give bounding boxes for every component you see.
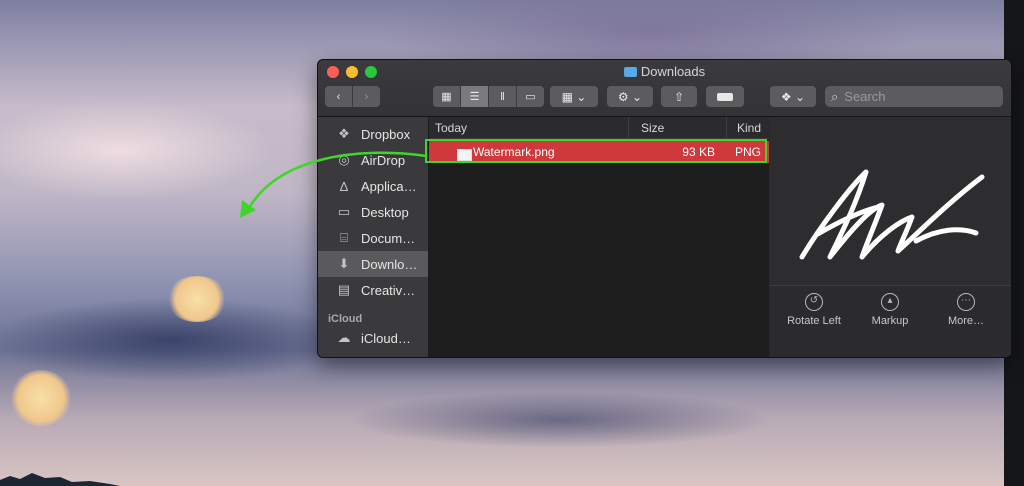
title-bar: Downloads ‹ › ▦ ☰ ‖ ▭ ▦ ⌄ ⚙ ⌄ ⇧ ❖ ⌄ ⌕ Se… — [318, 60, 1011, 117]
sidebar-item-creative[interactable]: ▤ Creativ… — [318, 277, 428, 303]
sidebar-item-dropbox[interactable]: ❖ Dropbox — [318, 121, 428, 147]
sidebar-item-label: Creativ… — [361, 282, 416, 298]
column-header-kind[interactable]: Kind — [727, 117, 769, 139]
action-label: More… — [947, 315, 985, 327]
sidebar-item-label: iCloud… — [361, 330, 411, 346]
tag-icon — [717, 92, 733, 101]
more-icon: ⋯ — [957, 293, 975, 311]
table-row[interactable]: Watermark.png 93 KB PNG — [429, 141, 769, 163]
more-button[interactable]: ⋯ More… — [926, 293, 1006, 327]
action-label: Markup — [871, 315, 909, 327]
sidebar-item-label: Downlo… — [361, 256, 418, 272]
file-name-cell: Watermark.png — [429, 145, 629, 161]
file-list: Today Size Kind Watermark.png 93 KB PNG — [429, 116, 769, 357]
chevron-left-icon[interactable]: ‹ — [325, 86, 353, 107]
share-button[interactable]: ⇧ — [661, 86, 697, 107]
dropbox-button[interactable]: ❖ ⌄ — [770, 86, 816, 107]
tag-button[interactable] — [706, 86, 744, 107]
desktop-sun — [10, 370, 72, 426]
chevron-right-icon[interactable]: › — [353, 86, 380, 107]
action-button[interactable]: ⚙ ⌄ — [607, 86, 653, 107]
window-title: Downloads — [640, 64, 706, 79]
markup-icon: ▴ — [881, 293, 899, 311]
sidebar-item-label: Dropbox — [361, 126, 411, 142]
sidebar-item-downloads[interactable]: ⬇ Downlo… — [318, 251, 428, 277]
column-header-size[interactable]: Size — [629, 116, 727, 139]
group-by-icon: ▦ ⌄ — [561, 89, 587, 104]
desktop-sun — [166, 276, 228, 322]
sidebar-item-icloud-drive[interactable]: ☁ iCloud… — [318, 325, 428, 351]
file-name: Watermark.png — [473, 145, 555, 159]
search-icon: ⌕ — [831, 88, 839, 104]
preview-pane: ↺ Rotate Left ▴ Markup ⋯ More… — [770, 117, 1011, 357]
icon-view-icon[interactable]: ▦ — [433, 86, 461, 107]
nav-buttons: ‹ › — [325, 86, 380, 107]
file-kind: PNG — [735, 145, 762, 159]
annotation-arrow — [240, 151, 427, 218]
documents-icon: ⌸ — [340, 230, 348, 245]
folder-icon: ▤ — [337, 282, 351, 297]
desktop-mountains — [0, 473, 120, 486]
search-input[interactable]: Search — [844, 89, 885, 104]
sidebar-section-header: iCloud — [328, 313, 363, 325]
file-size: 93 KB — [682, 145, 715, 159]
share-icon: ⇧ — [673, 89, 685, 104]
rotate-left-icon: ↺ — [805, 293, 823, 311]
gallery-view-icon[interactable]: ▭ — [517, 86, 544, 107]
list-view-icon[interactable]: ☰ — [461, 86, 489, 107]
group-by-button[interactable]: ▦ ⌄ — [550, 86, 598, 107]
signature-drawing — [799, 169, 985, 260]
action-label: Rotate Left — [787, 315, 841, 327]
folder-icon — [623, 67, 637, 77]
sidebar-item-documents[interactable]: ⌸ Docum… — [318, 225, 428, 251]
window-title-area: Downloads — [318, 64, 1011, 79]
dropbox-icon: ❖ — [338, 126, 350, 141]
rotate-left-button[interactable]: ↺ Rotate Left — [774, 293, 854, 327]
signature-preview-image — [770, 117, 1011, 286]
list-header: Today Size Kind — [429, 116, 769, 139]
downloads-icon: ⬇ — [338, 256, 350, 271]
dropbox-icon: ❖ ⌄ — [780, 89, 806, 104]
search-field[interactable]: ⌕ Search — [825, 86, 1003, 107]
png-file-icon — [457, 149, 472, 161]
sidebar-item-label: Docum… — [361, 230, 416, 246]
column-view-icon[interactable]: ‖ — [489, 86, 517, 107]
gear-icon: ⚙ ⌄ — [617, 89, 643, 104]
column-header-name[interactable]: Today — [429, 116, 629, 139]
markup-button[interactable]: ▴ Markup — [850, 293, 930, 327]
cloud-icon: ☁ — [337, 330, 351, 345]
view-mode-segment: ▦ ☰ ‖ ▭ — [433, 86, 544, 107]
